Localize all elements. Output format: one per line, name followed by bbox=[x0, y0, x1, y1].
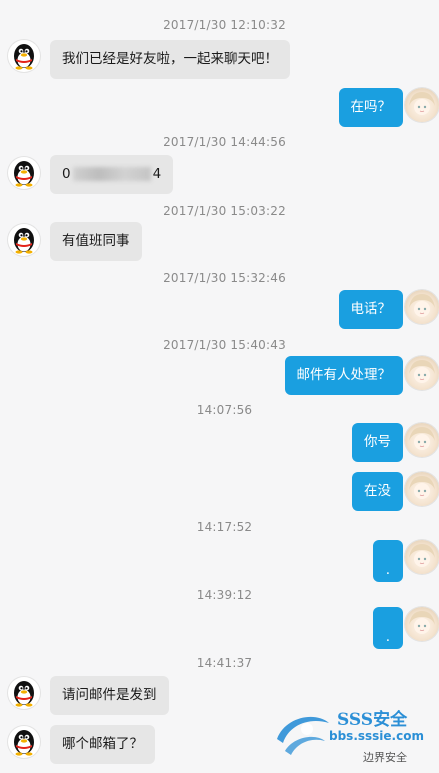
message-bubble-sent[interactable]: 邮件有人处理？ bbox=[284, 356, 403, 395]
timestamp: 14:41:37 bbox=[196, 656, 253, 670]
message-bubble-sent[interactable]: 在吗？ bbox=[338, 88, 403, 127]
qq-penguin-icon[interactable] bbox=[8, 677, 40, 709]
timestamp: 2017/1/30 12:10:32 bbox=[163, 18, 286, 32]
watermark-url: bbs.sssie.com bbox=[329, 729, 424, 743]
qq-penguin-icon[interactable] bbox=[8, 40, 40, 72]
message-bubble-sent[interactable]: 你号 bbox=[352, 423, 403, 462]
message-bubble-sent[interactable]: 电话？ bbox=[338, 290, 403, 329]
timestamp: 2017/1/30 15:32:46 bbox=[163, 271, 286, 285]
anime-avatar-icon[interactable] bbox=[405, 356, 439, 390]
anime-avatar-icon[interactable] bbox=[405, 88, 439, 122]
timestamp: 14:07:56 bbox=[196, 403, 253, 417]
timestamp: 14:39:12 bbox=[196, 588, 253, 602]
message-bubble-received[interactable]: 我们已经是好友啦，一起来聊天吧！ bbox=[50, 40, 290, 79]
timestamp: 2017/1/30 15:03:22 bbox=[163, 204, 286, 218]
qq-penguin-icon[interactable] bbox=[8, 224, 40, 256]
message-bubble-sent[interactable]: 在没 bbox=[352, 472, 403, 511]
anime-avatar-icon[interactable] bbox=[405, 290, 439, 324]
message-bubble-received[interactable]: 04 bbox=[50, 155, 174, 194]
qq-penguin-icon[interactable] bbox=[8, 726, 40, 758]
redacted-blur bbox=[72, 167, 151, 181]
redacted-prefix: 0 bbox=[62, 166, 71, 182]
anime-avatar-icon[interactable] bbox=[405, 540, 439, 574]
watermark-badge: 边界安全 bbox=[363, 751, 407, 764]
watermark: SSS安全 bbs.sssie.com 边界安全 bbox=[267, 699, 435, 769]
redacted-suffix: 4 bbox=[152, 166, 162, 182]
anime-avatar-icon[interactable] bbox=[405, 423, 439, 457]
message-bubble-sent[interactable]: . bbox=[372, 540, 403, 582]
message-bubble-received[interactable]: 哪个邮箱了？ bbox=[50, 725, 155, 764]
message-bubble-received[interactable]: 有值班同事 bbox=[50, 222, 142, 261]
anime-avatar-icon[interactable] bbox=[405, 607, 439, 641]
timestamp: 14:17:52 bbox=[196, 520, 253, 534]
message-bubble-sent[interactable]: . bbox=[372, 607, 403, 649]
timestamp: 2017/1/30 14:44:56 bbox=[163, 135, 286, 149]
sss-logo-icon bbox=[277, 716, 329, 755]
timestamp: 2017/1/30 15:40:43 bbox=[163, 338, 286, 352]
message-bubble-received[interactable]: 请问邮件是发到 bbox=[50, 676, 169, 715]
watermark-title: SSS安全 bbox=[337, 710, 408, 730]
qq-penguin-icon[interactable] bbox=[8, 157, 40, 189]
anime-avatar-icon[interactable] bbox=[405, 472, 439, 506]
